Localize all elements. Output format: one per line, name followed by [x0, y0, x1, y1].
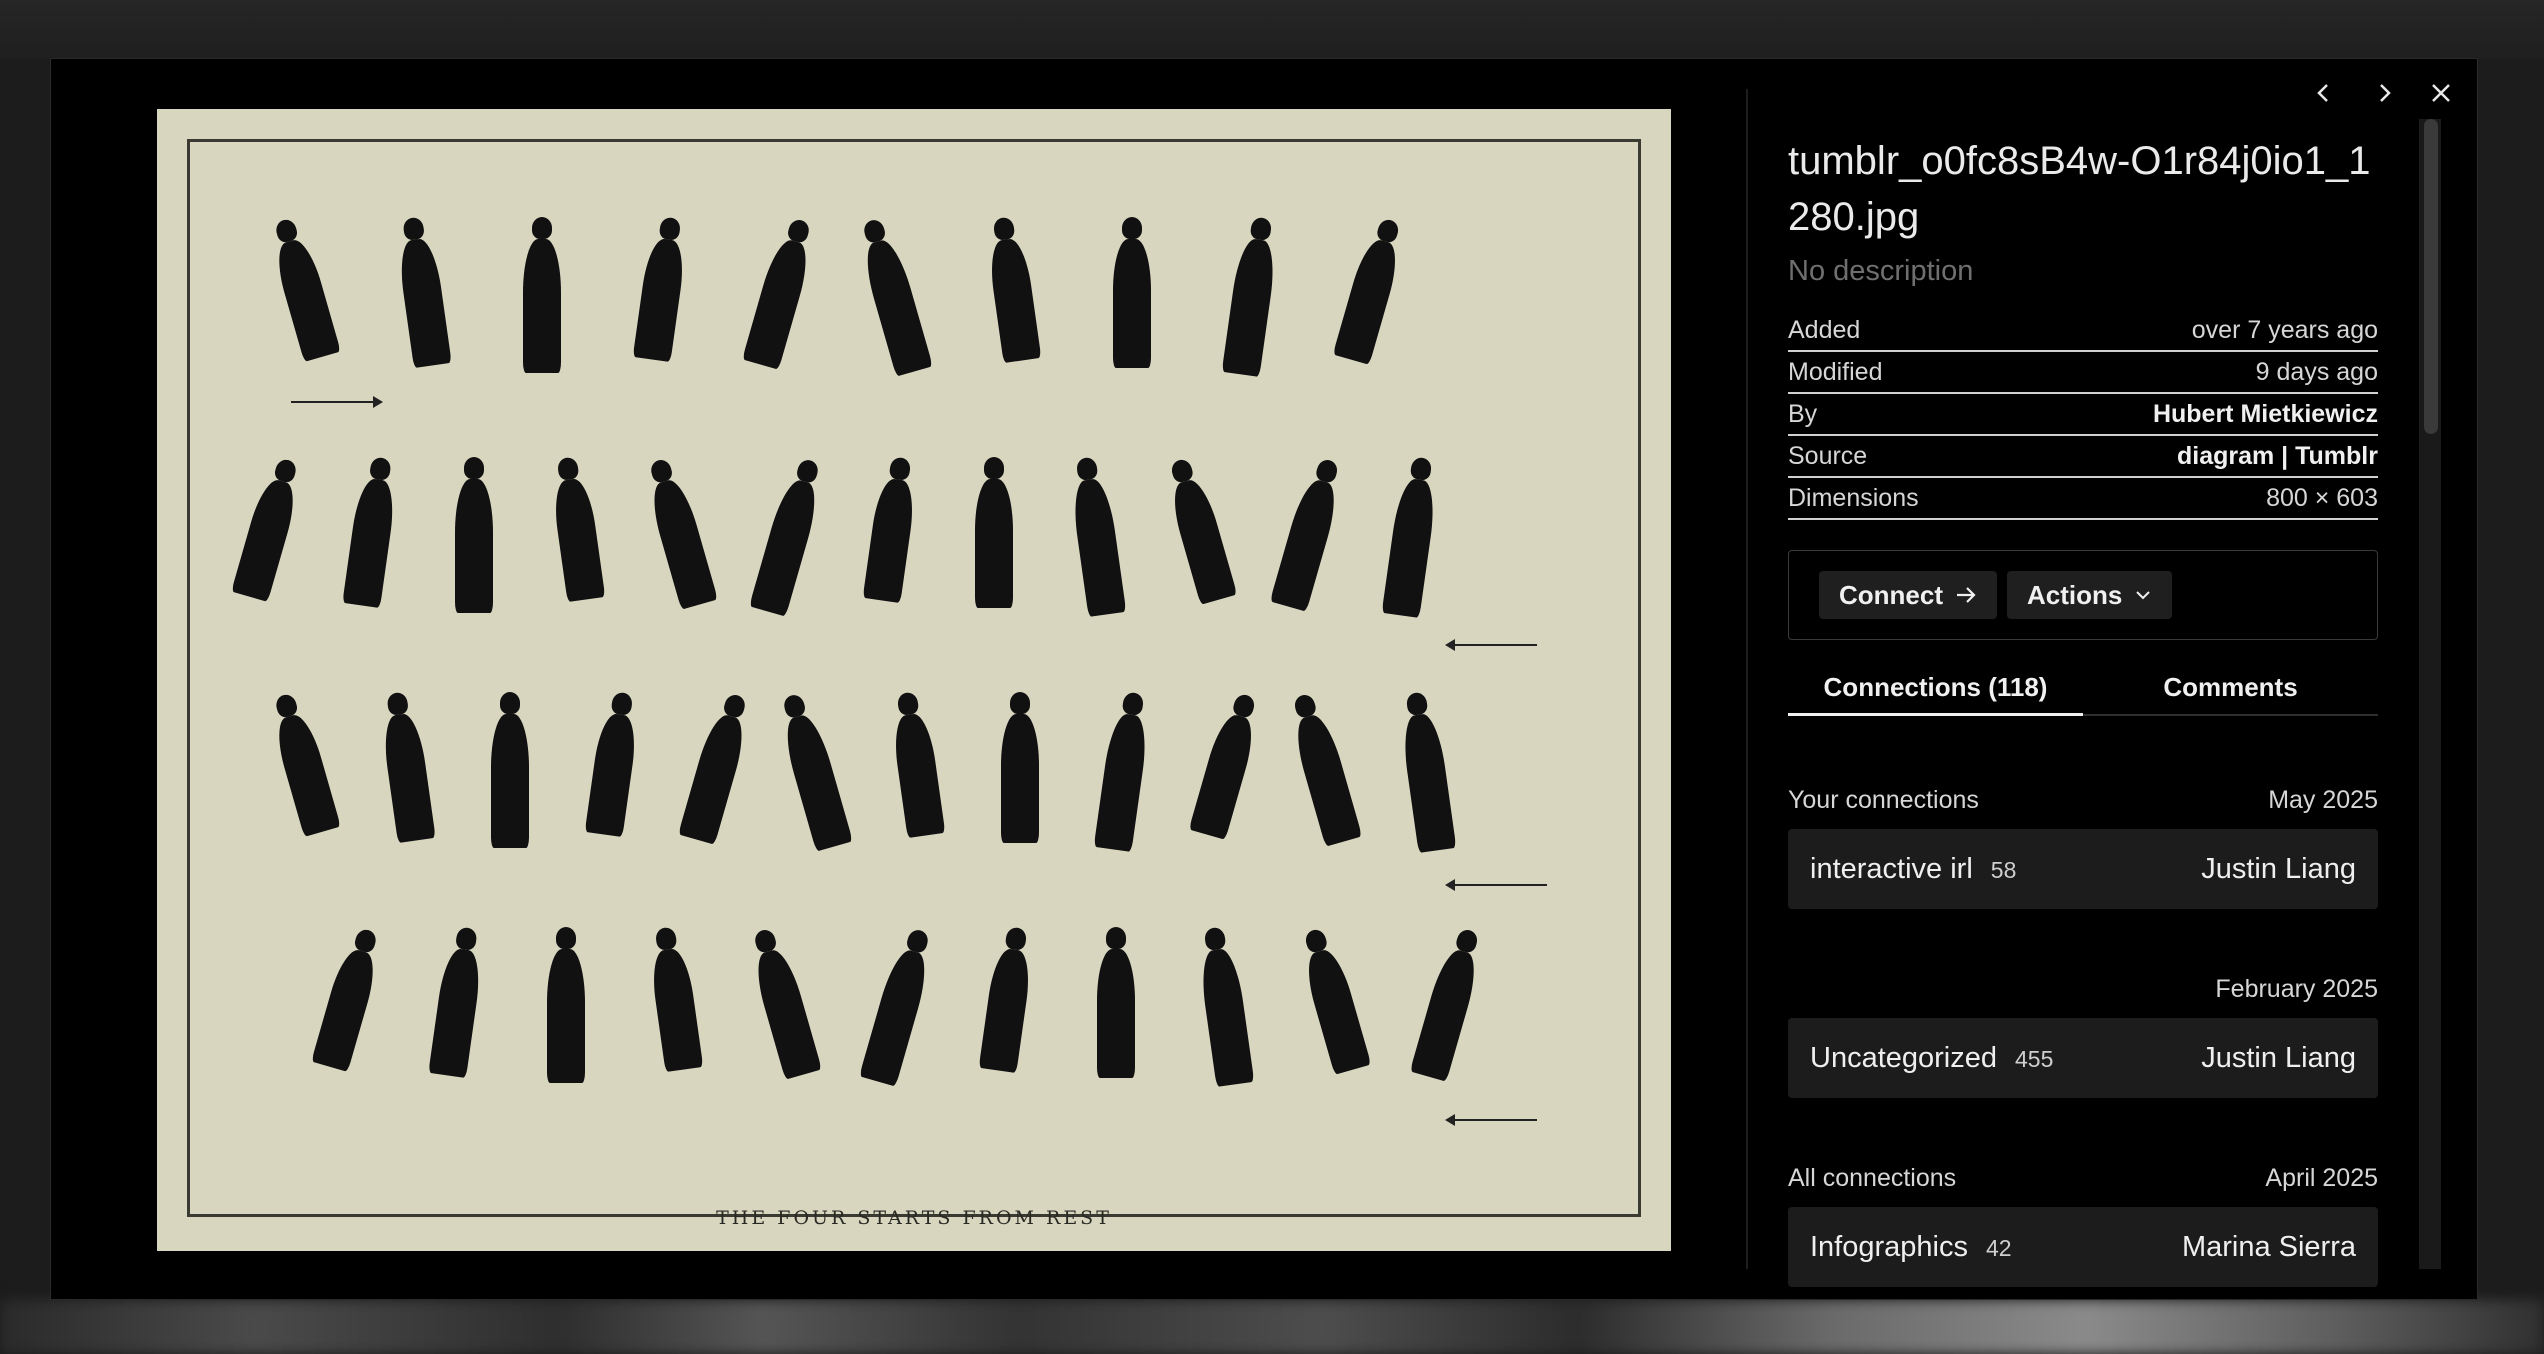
arrow-right-icon	[1957, 587, 1976, 603]
skater-figure	[1097, 927, 1135, 1078]
channel-owner: Justin Liang	[2201, 1041, 2356, 1074]
author-link[interactable]: Hubert Mietkiewicz	[2153, 400, 2378, 429]
section-header: All connections April 2025	[1788, 1164, 2378, 1193]
section-date: February 2025	[2215, 975, 2378, 1003]
channel-owner: Marina Sierra	[2181, 1230, 2356, 1263]
connect-label: Connect	[1839, 579, 1943, 610]
meta-value: over 7 years ago	[2191, 315, 2378, 344]
channel-name: interactive irl	[1810, 852, 1973, 885]
arrow-left-icon	[1445, 1114, 1537, 1126]
skater-figure	[975, 457, 1013, 608]
plate-caption: THE FOUR STARTS FROM REST	[716, 1207, 1112, 1229]
meta-key: Source	[1788, 441, 1868, 470]
meta-row-source: Source diagram | Tumblr	[1788, 436, 2378, 478]
meta-key: Modified	[1788, 357, 1883, 386]
skater-figure	[1113, 217, 1151, 368]
meta-value: 800 × 603	[2266, 483, 2378, 512]
block-title: tumblr_o0fc8sB4w-O1r84j0io1_1280.jpg	[1788, 139, 2371, 239]
actions-label: Actions	[2027, 579, 2123, 610]
panel-scrollbar[interactable]	[2419, 119, 2441, 1269]
skater-figure	[1001, 692, 1039, 843]
chevron-right-icon	[2380, 84, 2391, 102]
section-header: Your connections May 2025	[1788, 786, 2378, 815]
meta-value: 9 days ago	[2255, 357, 2378, 386]
meta-row-added: Added over 7 years ago	[1788, 310, 2378, 352]
next-button[interactable]	[2364, 73, 2404, 113]
chevron-left-icon	[2317, 84, 2328, 102]
connection-card[interactable]: interactive irl 58 Justin Liang	[1788, 829, 2378, 909]
connection-card[interactable]: Infographics 42 Marina Sierra	[1788, 1207, 2378, 1287]
channel-name: Uncategorized	[1810, 1041, 1997, 1074]
actions-dropdown[interactable]: Actions	[2007, 571, 2173, 619]
meta-key: Dimensions	[1788, 483, 1919, 512]
arrow-left-icon	[1445, 879, 1547, 891]
channel-name: Infographics	[1810, 1230, 1968, 1263]
section-date: May 2025	[2268, 786, 2378, 814]
chevron-down-icon	[2136, 591, 2151, 600]
connections-section: All connections April 2025 Infographics …	[1788, 1164, 2378, 1314]
section-date: April 2025	[2265, 1164, 2378, 1192]
meta-row-modified: Modified 9 days ago	[1788, 352, 2378, 394]
scrollbar-thumb[interactable]	[2424, 119, 2438, 434]
metadata-table: Added over 7 years ago Modified 9 days a…	[1788, 310, 2378, 520]
main-image[interactable]: THE FOUR STARTS FROM REST	[157, 109, 1671, 1251]
panel-divider	[1746, 89, 1748, 1269]
close-icon	[2432, 84, 2450, 102]
skater-figure	[491, 692, 529, 848]
connections-section: February 2025 Uncategorized 455 Justin L…	[1788, 975, 2378, 1098]
connection-info: Infographics 42	[1810, 1231, 2012, 1264]
arrow-left-icon	[1445, 639, 1537, 651]
connections-section: Your connections May 2025 interactive ir…	[1788, 786, 2378, 909]
section-header: February 2025	[1788, 975, 2378, 1004]
arrow-right-icon	[291, 396, 383, 408]
tab-connections[interactable]: Connections (118)	[1788, 672, 2083, 716]
channel-owner: Justin Liang	[2201, 852, 2356, 885]
meta-key: Added	[1788, 315, 1861, 344]
info-panel: tumblr_o0fc8sB4w-O1r84j0io1_1280.jpg No …	[1788, 133, 2378, 1314]
actions-box: Connect Actions	[1788, 550, 2378, 640]
meta-row-dimensions: Dimensions 800 × 603	[1788, 478, 2378, 520]
section-title: Your connections	[1788, 786, 1979, 814]
skater-figure	[547, 927, 585, 1083]
skater-figure	[523, 217, 561, 373]
source-link[interactable]: diagram | Tumblr	[2177, 442, 2378, 471]
meta-row-by: By Hubert Mietkiewicz	[1788, 394, 2378, 436]
connection-info: Uncategorized 455	[1810, 1042, 2053, 1075]
channel-count: 58	[1990, 856, 2017, 883]
connection-card[interactable]: Uncategorized 455 Justin Liang	[1788, 1018, 2378, 1098]
previous-button[interactable]	[2304, 73, 2344, 113]
close-button[interactable]	[2421, 73, 2461, 113]
section-title: All connections	[1788, 1164, 1957, 1192]
skater-figure	[455, 457, 493, 613]
backdrop-top	[0, 0, 2544, 58]
channel-count: 455	[2015, 1045, 2054, 1072]
block-description: No description	[1788, 255, 1974, 287]
connect-button[interactable]: Connect	[1819, 571, 1997, 619]
meta-key: By	[1788, 399, 1818, 428]
channel-count: 42	[1986, 1234, 2012, 1261]
lightbox-modal: THE FOUR STARTS FROM REST tumblr_o0fc8sB…	[50, 58, 2478, 1300]
panel-tabs: Connections (118) Comments	[1788, 672, 2378, 716]
tab-comments[interactable]: Comments	[2083, 672, 2378, 714]
connection-info: interactive irl 58	[1810, 853, 2016, 886]
